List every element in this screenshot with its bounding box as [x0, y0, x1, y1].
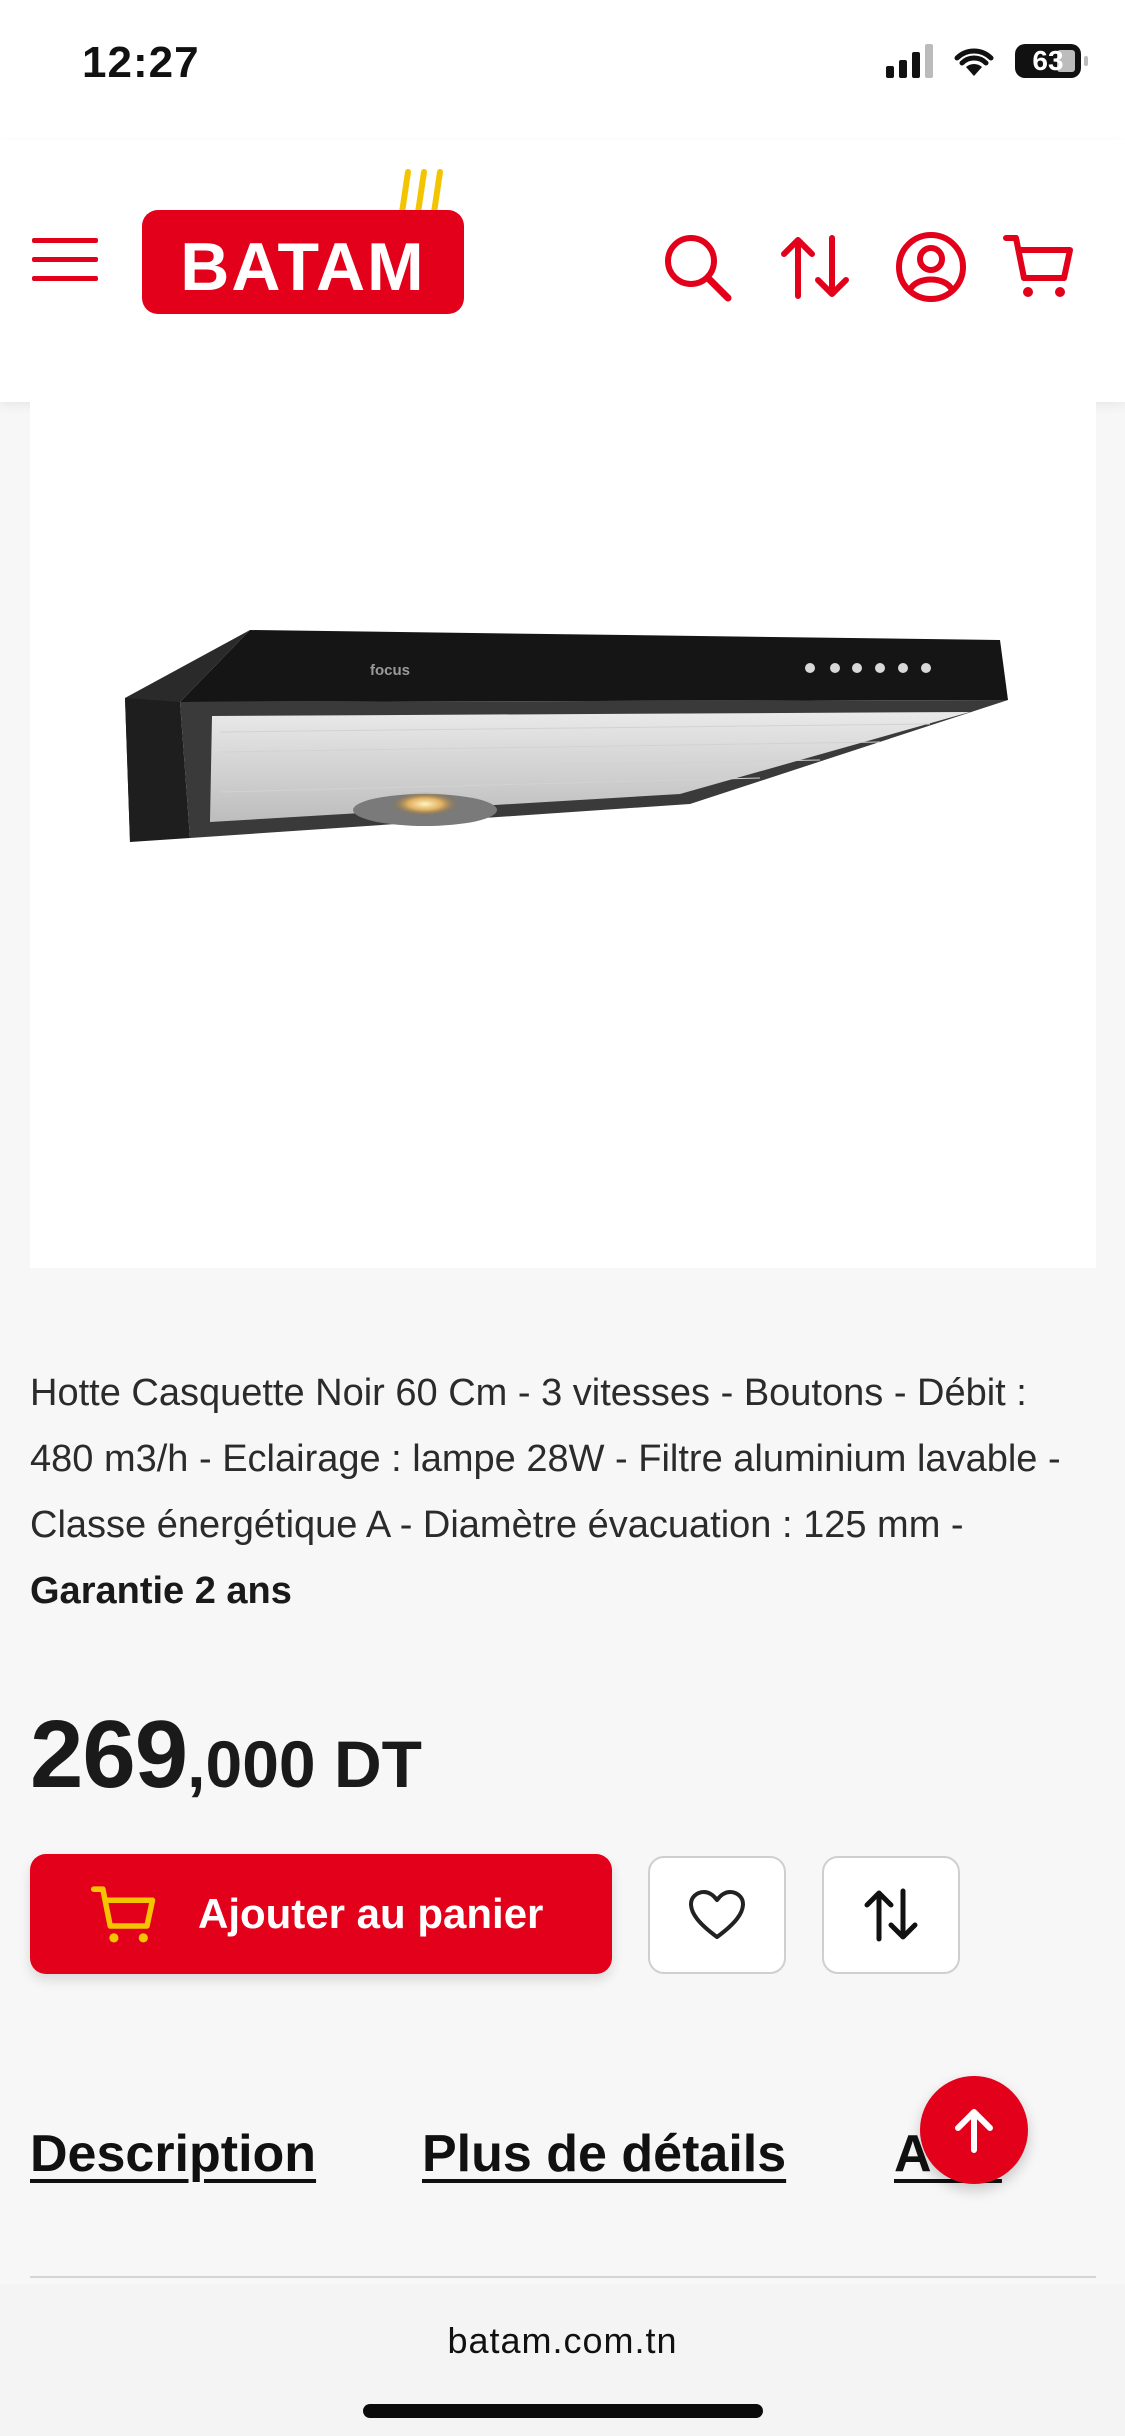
- scroll-to-top-button[interactable]: [920, 2076, 1028, 2184]
- status-bar: 12:27 63: [0, 0, 1125, 140]
- site-header: BATAM: [0, 140, 1125, 402]
- account-icon[interactable]: [894, 230, 968, 304]
- batam-logo[interactable]: BATAM: [142, 168, 464, 318]
- product-description-text: Hotte Casquette Noir 60 Cm - 3 vitesses …: [30, 1372, 1061, 1546]
- menu-icon[interactable]: [32, 236, 98, 284]
- battery-level: 63: [1032, 45, 1064, 76]
- arrow-up-icon: [955, 2109, 993, 2153]
- url-text: batam.com.tn: [447, 2320, 678, 2361]
- tabs-divider: [30, 2276, 1096, 2278]
- search-icon[interactable]: [660, 230, 734, 304]
- wifi-icon: [954, 48, 994, 76]
- tab-description[interactable]: Description: [30, 2124, 316, 2184]
- browser-address-bar[interactable]: batam.com.tn: [0, 2284, 1125, 2436]
- signal-icon: [886, 44, 933, 78]
- battery-icon: 63: [1015, 44, 1088, 78]
- cart-icon: [90, 1886, 156, 1943]
- wishlist-button[interactable]: [648, 1856, 786, 1974]
- cart-icon[interactable]: [1002, 230, 1076, 304]
- price-integer: 269: [30, 1701, 188, 1808]
- brand-mark: focus: [370, 662, 410, 679]
- product-description: Hotte Casquette Noir 60 Cm - 3 vitesses …: [30, 1360, 1096, 1624]
- add-to-cart-button[interactable]: Ajouter au panier: [30, 1854, 612, 1974]
- warranty-text: Garantie 2 ans: [30, 1570, 292, 1612]
- status-time: 12:27: [82, 38, 200, 87]
- logo-text: BATAM: [180, 229, 426, 305]
- range-hood-image: focus: [125, 630, 1008, 842]
- add-to-cart-label: Ajouter au panier: [198, 1890, 544, 1937]
- product-image[interactable]: focus: [30, 402, 1096, 1268]
- product-price: 269,000 DT: [30, 1700, 422, 1810]
- heart-icon: [689, 1890, 745, 1939]
- price-decimal: ,000 DT: [187, 1727, 422, 1801]
- compare-icon: [864, 1888, 918, 1942]
- status-icons: 63: [886, 44, 1088, 78]
- compare-button[interactable]: [822, 1856, 960, 1974]
- home-indicator: [363, 2404, 763, 2418]
- tab-plus-de-details[interactable]: Plus de détails: [422, 2124, 786, 2184]
- compare-icon[interactable]: [778, 230, 852, 304]
